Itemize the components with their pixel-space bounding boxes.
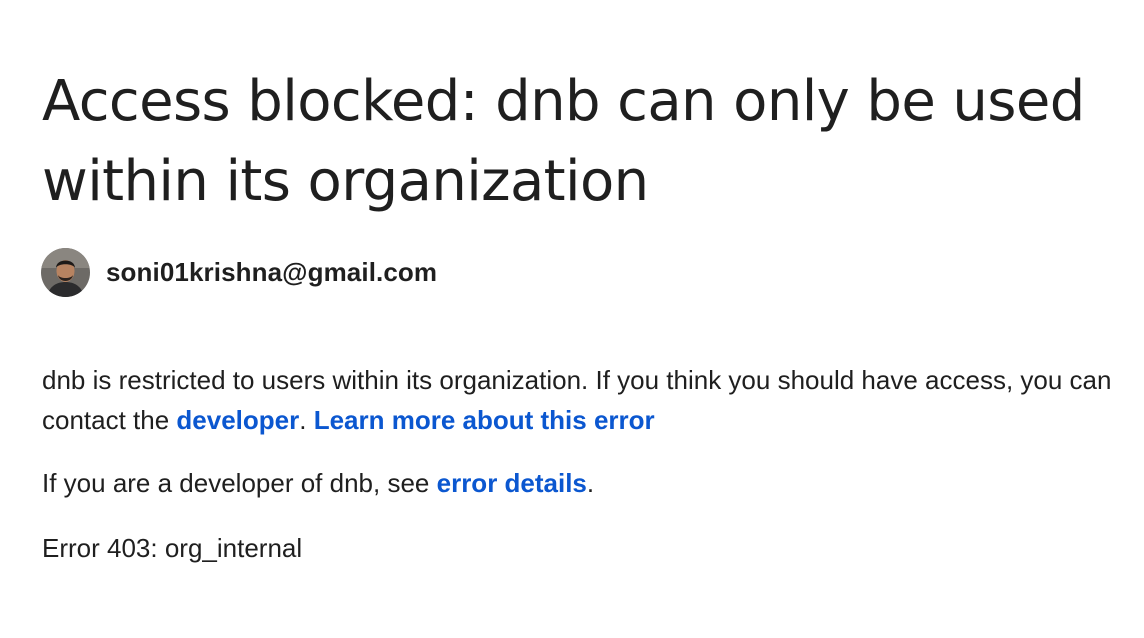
developer-note: If you are a developer of dnb, see error… bbox=[42, 463, 1122, 503]
developer-link[interactable]: developer bbox=[176, 405, 299, 435]
learn-more-link[interactable]: Learn more about this error bbox=[314, 405, 655, 435]
error-details-link[interactable]: error details bbox=[437, 468, 587, 498]
avatar-photo-icon bbox=[41, 247, 90, 297]
page-title: Access blocked: dnb can only be used wit… bbox=[42, 69, 1085, 214]
error-code: Error 403: org_internal bbox=[42, 533, 303, 563]
account-chip[interactable]: soni01krishna@gmail.com bbox=[41, 247, 437, 297]
account-email: soni01krishna@gmail.com bbox=[106, 256, 438, 287]
avatar bbox=[41, 247, 90, 297]
developer-note-prefix: If you are a developer of dnb, see bbox=[42, 468, 437, 498]
sentence-end: . bbox=[299, 405, 314, 435]
restriction-message: dnb is restricted to users within its or… bbox=[42, 360, 1122, 440]
developer-note-suffix: . bbox=[586, 468, 595, 498]
